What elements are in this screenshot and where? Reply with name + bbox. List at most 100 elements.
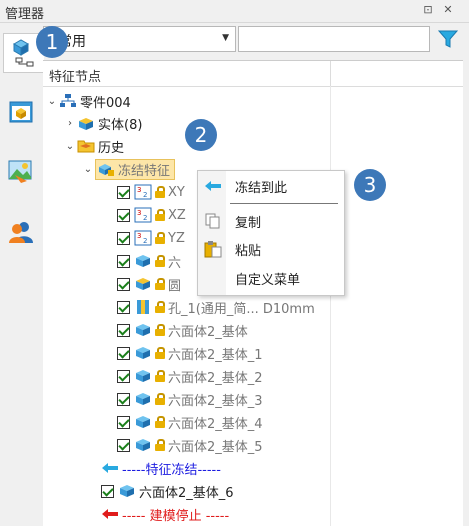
tree-item[interactable]: 六面体2_基体_1 xyxy=(117,343,263,363)
tab-view[interactable] xyxy=(4,93,38,131)
close-icon[interactable]: ✕ xyxy=(441,4,455,16)
filter-button[interactable] xyxy=(433,26,463,52)
tree-item[interactable]: 圆 xyxy=(117,274,181,294)
visibility-checkbox[interactable] xyxy=(117,392,130,406)
tree-item[interactable]: 六面体2_基体_4 xyxy=(117,412,263,432)
tree-item-label: 六面体2_基体_3 xyxy=(168,393,263,409)
menu-item-label: 粘贴 xyxy=(235,243,262,259)
folder-icon xyxy=(77,140,95,153)
visibility-checkbox[interactable] xyxy=(101,484,114,498)
visibility-checkbox[interactable] xyxy=(117,323,130,337)
menu-item-customize[interactable]: 自定义菜单 xyxy=(198,266,344,290)
tree-item-label: 六 xyxy=(168,255,182,271)
paste-icon xyxy=(204,241,222,258)
datum-plane-icon: 32 xyxy=(134,184,152,200)
stop-divider-label: ----- 建模停止 ----- xyxy=(122,508,230,524)
lock-icon xyxy=(155,255,165,267)
tree-node-freeze[interactable]: ⌄ 冻结特征 xyxy=(81,158,176,180)
visibility-checkbox[interactable] xyxy=(117,300,130,314)
visibility-checkbox[interactable] xyxy=(117,254,130,268)
tree-item-label: YZ xyxy=(168,230,185,246)
visibility-checkbox[interactable] xyxy=(117,415,130,429)
restore-icon[interactable]: ⊡ xyxy=(421,4,435,16)
box-solid-icon xyxy=(136,370,150,382)
visibility-checkbox[interactable] xyxy=(117,438,130,452)
tab-render[interactable] xyxy=(4,153,38,191)
tree-item-label: 六面体2_基体_4 xyxy=(168,416,263,432)
chevron-down-icon[interactable]: ⌄ xyxy=(81,164,95,175)
box-solid-icon xyxy=(120,485,134,497)
arrow-left-icon xyxy=(102,463,118,473)
filter-combo[interactable]: 常用 ▼ xyxy=(43,26,236,52)
freeze-divider[interactable]: -----特征冻结----- xyxy=(101,458,221,478)
filter-toolbar: 常用 ▼ xyxy=(43,26,469,58)
visibility-checkbox[interactable] xyxy=(117,208,130,222)
menu-separator xyxy=(230,203,338,204)
lock-icon xyxy=(155,416,165,428)
lock-icon xyxy=(155,232,165,244)
tree-item-label: XY xyxy=(168,184,185,200)
tree-item[interactable]: 六面体2_基体_2 xyxy=(117,366,263,386)
column-separator[interactable] xyxy=(330,61,331,86)
tree-item[interactable]: 孔_1(通用_简... D10mm xyxy=(117,297,315,317)
column-header: 特征节点 xyxy=(49,70,102,85)
column-divider xyxy=(330,86,331,526)
menu-item-label: 冻结到此 xyxy=(235,180,288,196)
tree-item[interactable]: 六 xyxy=(117,251,181,271)
svg-text:3: 3 xyxy=(137,186,141,194)
visibility-checkbox[interactable] xyxy=(117,277,130,291)
tree-item[interactable]: 32 YZ xyxy=(117,228,185,248)
box-solid-icon xyxy=(136,347,150,359)
fillet-icon xyxy=(136,278,150,290)
box-solid-icon xyxy=(136,324,150,336)
tree-item-label: 圆 xyxy=(168,278,182,294)
tree-item[interactable]: 六面体2_基体_5 xyxy=(117,435,263,455)
tree-item[interactable]: 六面体2_基体_3 xyxy=(117,389,263,409)
stop-divider[interactable]: ----- 建模停止 ----- xyxy=(101,504,229,524)
tree-item[interactable]: 32 XY xyxy=(117,182,185,202)
visibility-checkbox[interactable] xyxy=(117,231,130,245)
visibility-checkbox[interactable] xyxy=(117,185,130,199)
menu-item-label: 复制 xyxy=(235,215,262,231)
assembly-tree-icon xyxy=(60,94,76,107)
arrow-left-red-icon xyxy=(102,509,118,519)
svg-text:2: 2 xyxy=(143,191,147,199)
tree-item[interactable]: 六面体2_基体 xyxy=(117,320,248,340)
tree-item-label: 六面体2_基体_2 xyxy=(168,370,263,386)
datum-plane-icon: 32 xyxy=(134,230,152,246)
lock-icon xyxy=(155,186,165,198)
datum-plane-icon: 32 xyxy=(134,207,152,223)
left-tab-bar xyxy=(0,23,44,525)
feature-tree-icon xyxy=(12,39,34,67)
arrow-left-icon xyxy=(205,181,221,191)
callout-badge-3: 3 xyxy=(354,169,386,201)
freeze-node-label: 冻结特征 xyxy=(118,163,171,179)
tree-header: 特征节点 xyxy=(43,61,463,87)
chevron-down-icon[interactable]: ⌄ xyxy=(63,141,77,152)
search-input[interactable] xyxy=(238,26,430,52)
tree-node-root[interactable]: ⌄ 零件004 xyxy=(45,91,131,111)
hole-icon xyxy=(137,300,149,314)
tree-item[interactable]: 32 XZ xyxy=(117,205,186,225)
chevron-right-icon[interactable]: › xyxy=(63,118,77,129)
view-icon xyxy=(9,101,33,123)
lock-icon xyxy=(155,324,165,336)
tab-users[interactable] xyxy=(4,213,38,251)
box-solid-icon xyxy=(136,393,150,405)
menu-item-freeze-here[interactable]: 冻结到此 xyxy=(198,174,344,198)
freeze-node-highlight[interactable]: 冻结特征 xyxy=(95,158,176,180)
root-label: 零件004 xyxy=(80,95,131,111)
window-title: 管理器 xyxy=(5,7,45,22)
tree-node-history[interactable]: ⌄ 历史 xyxy=(63,136,124,156)
tree-item-after[interactable]: 六面体2_基体_6 xyxy=(101,481,234,501)
menu-item-copy[interactable]: 复制 xyxy=(198,209,344,233)
tree-node-solid[interactable]: › 实体(8) xyxy=(63,113,142,133)
visibility-checkbox[interactable] xyxy=(117,346,130,360)
menu-item-paste[interactable]: 粘贴 xyxy=(198,237,344,261)
lock-icon xyxy=(155,370,165,382)
lock-icon xyxy=(155,393,165,405)
visibility-checkbox[interactable] xyxy=(117,369,130,383)
chevron-down-icon[interactable]: ⌄ xyxy=(45,96,59,107)
freeze-divider-label: -----特征冻结----- xyxy=(122,462,221,478)
freeze-feature-icon xyxy=(99,164,114,176)
